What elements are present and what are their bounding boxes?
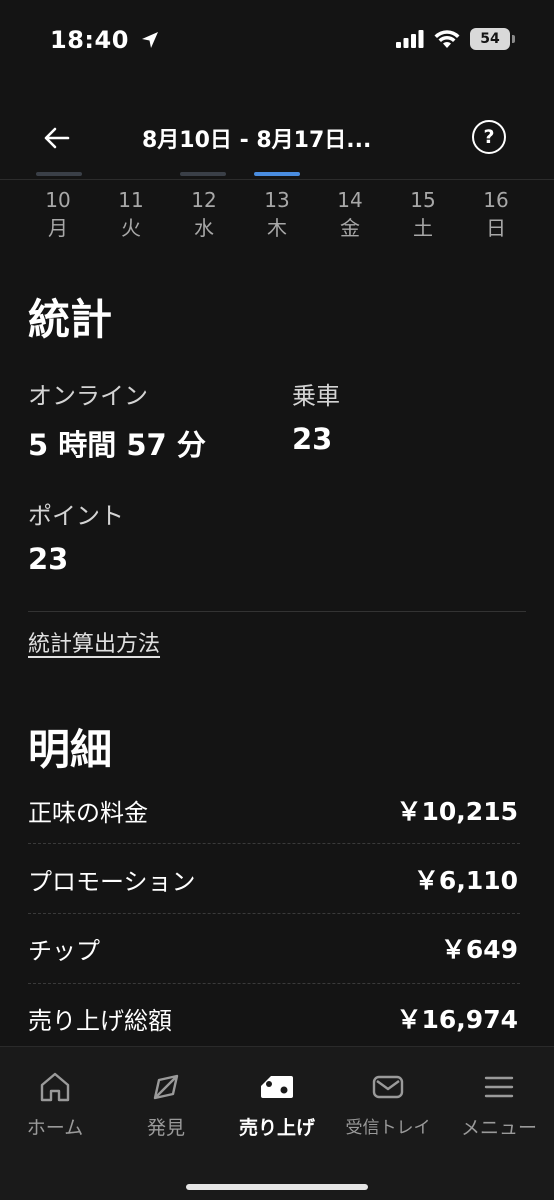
home-indicator[interactable] — [186, 1184, 368, 1190]
bottom-nav: ホーム 発見 売り上げ 受信トレイ メニュー — [0, 1046, 554, 1200]
week-indicators — [0, 172, 554, 178]
row-divider — [28, 983, 520, 984]
breakdown-title: 明細 — [28, 725, 113, 774]
cellular-signal-icon — [396, 30, 424, 48]
breakdown-row: 売り上げ総額 ￥16,974 — [28, 988, 518, 1048]
compass-icon — [153, 1074, 179, 1100]
wifi-icon — [434, 29, 460, 48]
day-number: 15 — [410, 188, 436, 212]
day-item[interactable]: 11 火 — [95, 186, 167, 242]
breakdown-row: プロモーション ￥6,110 — [28, 849, 518, 909]
breakdown-row-label: 売り上げ総額 — [28, 1006, 172, 1035]
trips-value: 23 — [292, 422, 333, 456]
week-indicator-active[interactable] — [254, 172, 300, 176]
stats-divider — [28, 611, 526, 612]
row-divider — [28, 913, 520, 914]
stats-title: 統計 — [28, 295, 113, 344]
trips-label: 乗車 — [292, 382, 340, 410]
breakdown-row-value: ￥649 — [440, 935, 518, 964]
breakdown-row-value: ￥6,110 — [413, 866, 518, 895]
day-item[interactable]: 16 日 — [460, 186, 532, 242]
day-number: 10 — [45, 188, 71, 212]
day-weekday: 日 — [486, 216, 506, 240]
day-number: 14 — [337, 188, 363, 212]
points-label: ポイント — [28, 502, 124, 530]
stats-method-link[interactable]: 統計算出方法 — [28, 626, 160, 658]
nav-item-earnings[interactable]: 売り上げ — [222, 1067, 332, 1140]
breakdown-row: チップ ￥649 — [28, 918, 518, 978]
home-icon — [40, 1072, 70, 1102]
nav-item-home[interactable]: ホーム — [0, 1067, 110, 1140]
day-weekday: 金 — [340, 216, 360, 240]
day-number: 11 — [118, 188, 144, 212]
breakdown-row-label: チップ — [28, 936, 100, 965]
day-weekday: 木 — [267, 216, 287, 240]
week-indicator[interactable] — [180, 172, 226, 176]
status-bar: 18:40 54 — [0, 0, 554, 84]
breakdown-row: 正味の料金 ￥10,215 — [28, 780, 518, 840]
date-range-title[interactable]: 8月10日 - 8月17日... — [142, 122, 371, 154]
day-weekday: 月 — [48, 216, 68, 240]
day-number: 13 — [264, 188, 290, 212]
header: 8月10日 - 8月17日... ? — [0, 100, 554, 176]
day-weekday: 水 — [194, 216, 214, 240]
help-button[interactable]: ? — [472, 120, 506, 154]
day-weekday: 土 — [413, 216, 433, 240]
back-button[interactable] — [34, 116, 78, 160]
back-arrow-icon — [44, 127, 70, 149]
breakdown-row-value: ￥10,215 — [396, 797, 518, 826]
day-selector: 10 月 11 火 12 水 13 木 14 金 15 土 16 日 — [22, 186, 532, 242]
day-item[interactable]: 12 水 — [168, 186, 240, 242]
points-value: 23 — [28, 542, 69, 576]
day-number: 12 — [191, 188, 217, 212]
nav-label: 受信トレイ — [345, 1118, 431, 1138]
breakdown-row-value: ￥16,974 — [396, 1005, 518, 1034]
earnings-screen: 18:40 54 8月10日 - 8月17日... ? 10 月 11 火 12… — [0, 0, 554, 1200]
battery-level: 54 — [480, 31, 500, 47]
day-weekday: 火 — [121, 216, 141, 240]
nav-label: 発見 — [146, 1117, 185, 1139]
earnings-icon — [261, 1076, 293, 1098]
nav-label: メニュー — [460, 1117, 537, 1139]
week-indicator[interactable] — [36, 172, 82, 176]
online-value: 5 時間 57 分 — [28, 428, 206, 462]
nav-item-inbox[interactable]: 受信トレイ — [333, 1067, 443, 1138]
header-divider — [0, 179, 554, 180]
day-item[interactable]: 15 土 — [387, 186, 459, 242]
battery-indicator: 54 — [470, 28, 515, 50]
status-icons: 54 — [396, 28, 515, 50]
breakdown-row-label: プロモーション — [28, 867, 196, 896]
nav-label: 売り上げ — [238, 1117, 315, 1139]
day-item[interactable]: 10 月 — [22, 186, 94, 242]
day-item[interactable]: 14 金 — [314, 186, 386, 242]
status-time: 18:40 — [50, 26, 160, 54]
menu-icon — [484, 1076, 514, 1098]
day-item[interactable]: 13 木 — [241, 186, 313, 242]
question-mark-icon: ? — [483, 126, 495, 148]
nav-label: ホーム — [26, 1117, 84, 1139]
online-label: オンライン — [28, 382, 148, 410]
breakdown-row-label: 正味の料金 — [28, 798, 148, 827]
location-arrow-icon — [141, 32, 158, 48]
nav-item-menu[interactable]: メニュー — [444, 1067, 554, 1140]
day-number: 16 — [483, 188, 509, 212]
nav-item-discover[interactable]: 発見 — [111, 1067, 221, 1140]
row-divider — [28, 843, 520, 844]
mail-icon — [372, 1075, 404, 1099]
status-time-text: 18:40 — [50, 26, 129, 54]
